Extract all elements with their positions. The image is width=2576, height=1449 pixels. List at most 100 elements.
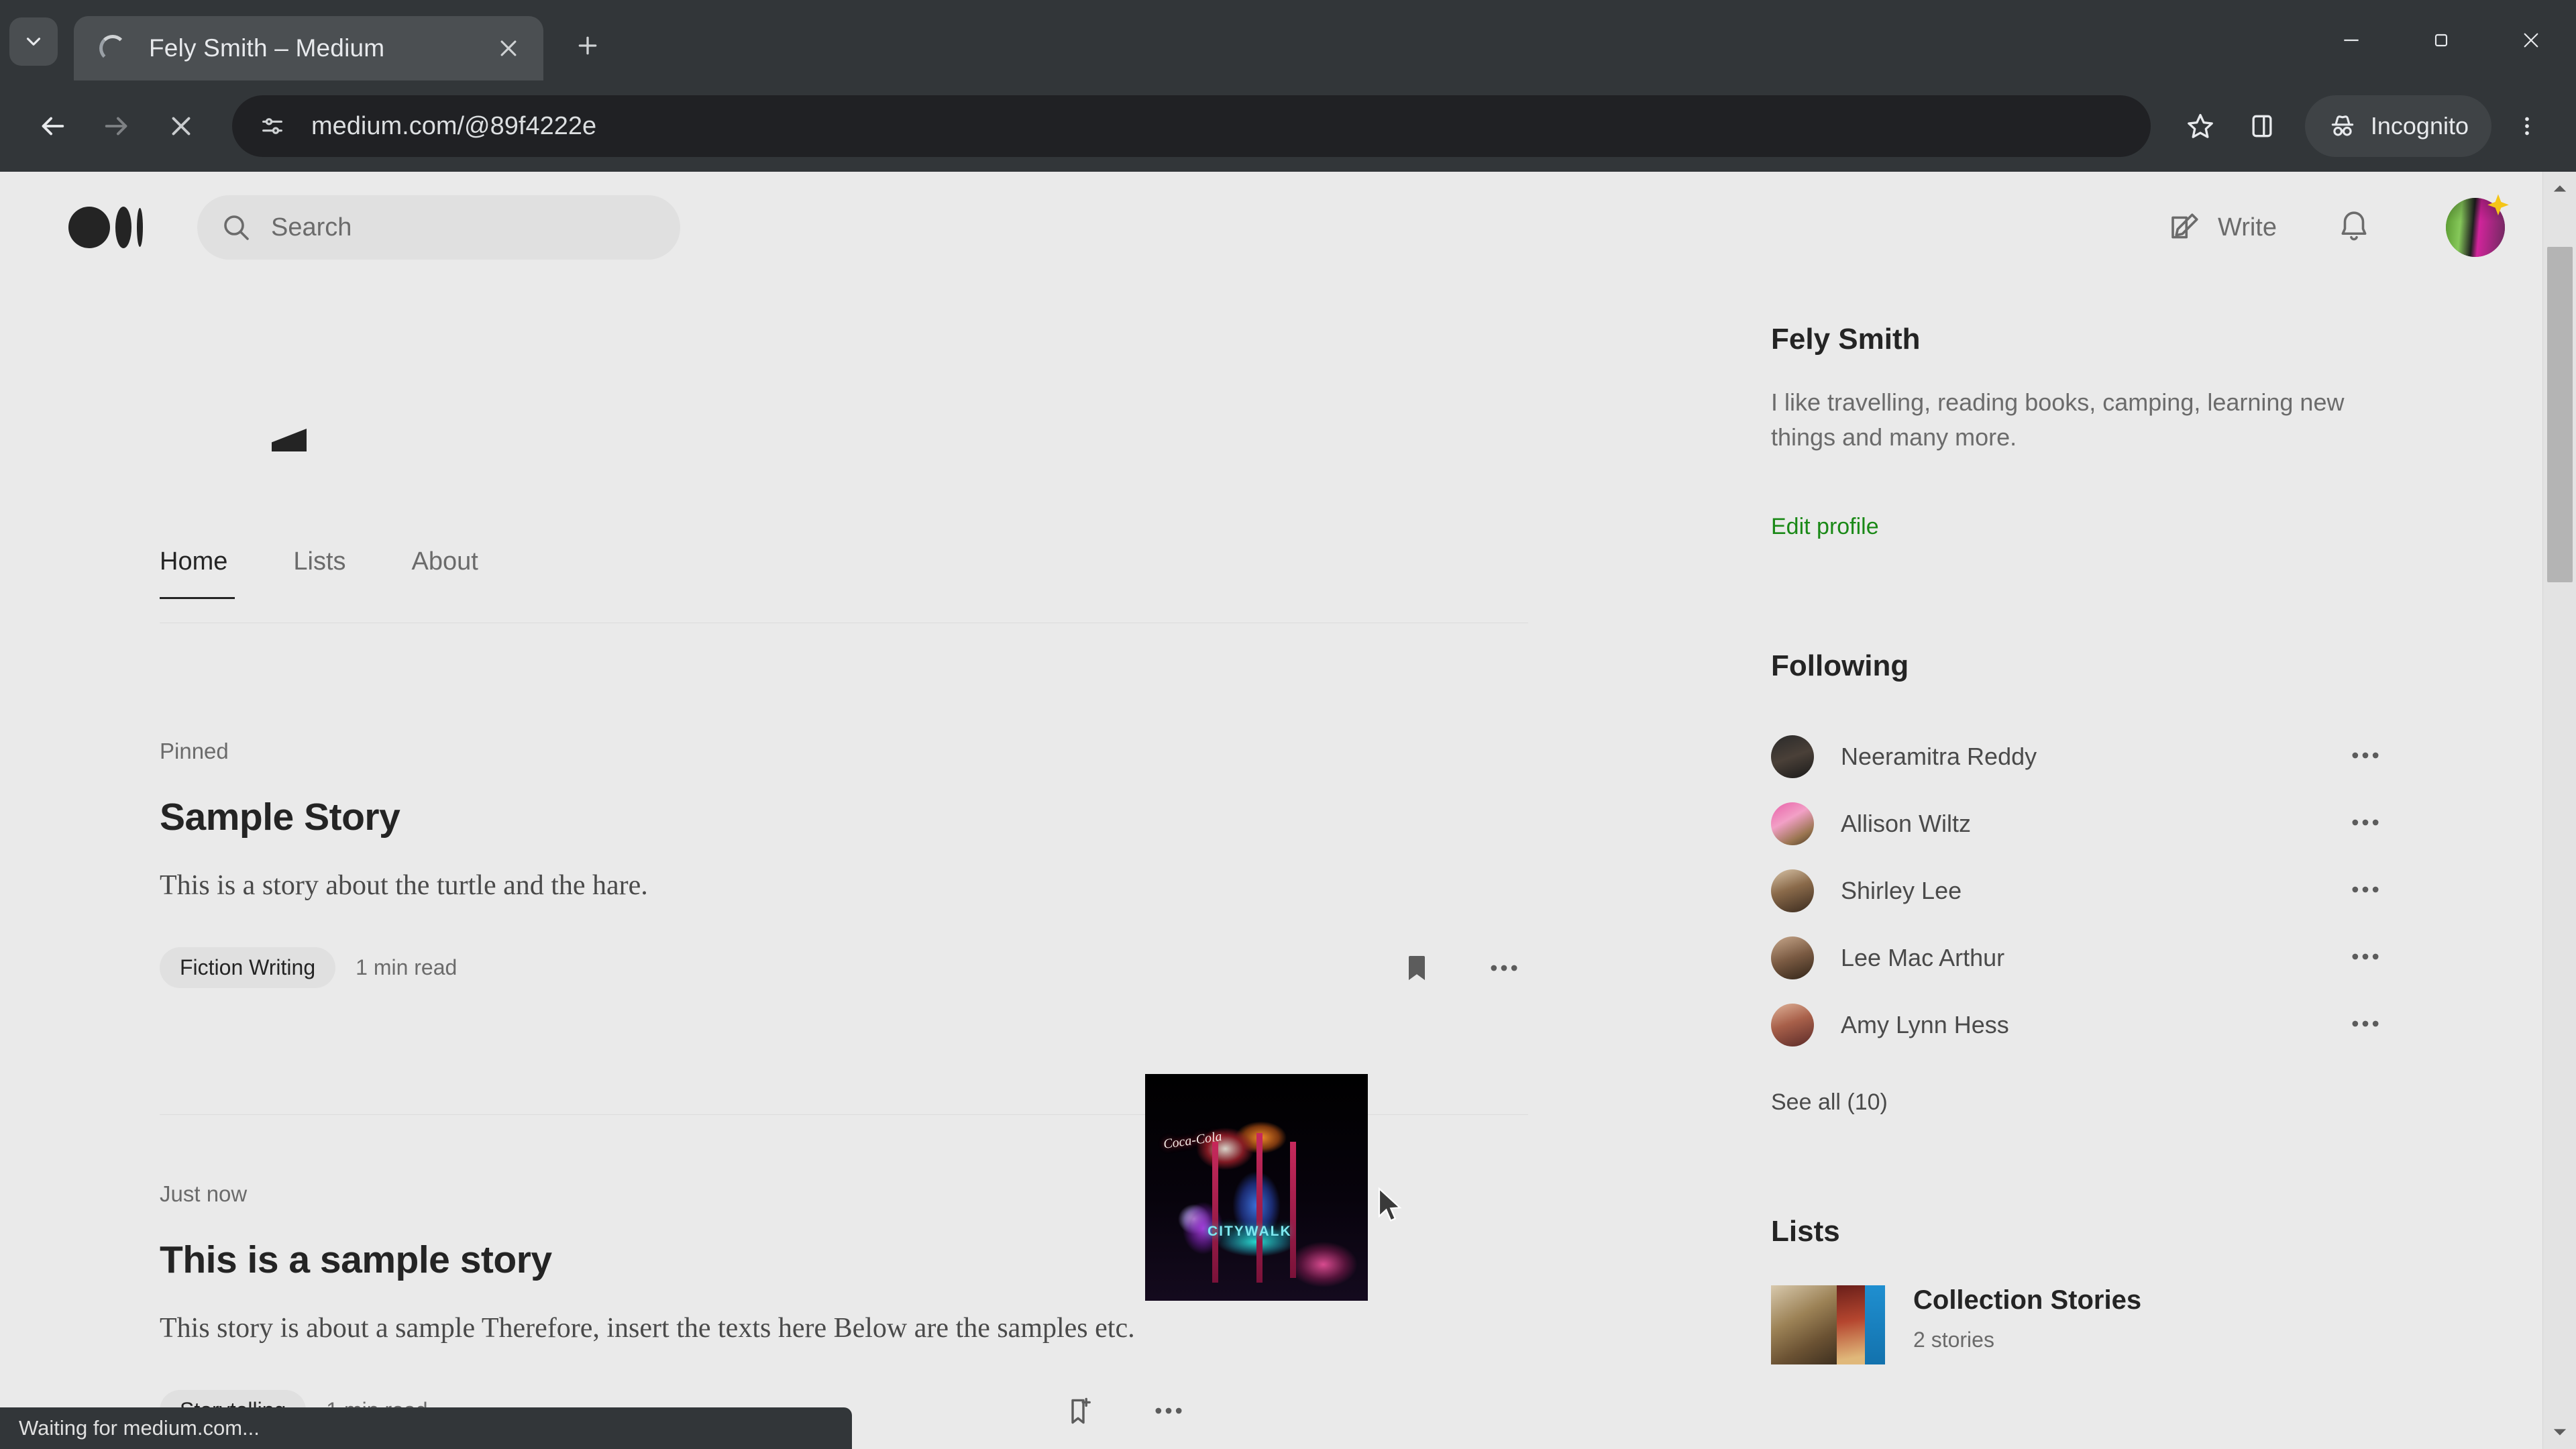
following-item[interactable]: Neeramitra Reddy [1771,735,2383,778]
browser-toolbar: medium.com/@89f4222e Incognito [0,80,2576,172]
search-input[interactable]: Search [197,195,680,260]
list-story-count: 2 stories [1913,1328,1994,1352]
forward-button[interactable] [85,94,149,158]
mouse-cursor [1378,1187,1402,1222]
maximize-button[interactable] [2396,0,2486,80]
close-window-button[interactable] [2486,0,2576,80]
bookmark-filled-icon [1409,955,1425,980]
following-name[interactable]: Shirley Lee [1841,877,1962,905]
tab-home[interactable]: Home [160,547,235,599]
medium-logo[interactable] [68,207,143,248]
thumbnail-detail [1256,1132,1263,1283]
arrow-left-icon [42,117,64,136]
site-settings-button[interactable] [250,103,295,149]
list-title[interactable]: Collection Stories [1913,1285,2141,1316]
list-item[interactable]: Collection Stories 2 stories [1771,1285,2141,1364]
side-panel-button[interactable] [2231,95,2293,157]
story-timestamp: Just now [160,1181,248,1206]
tab-lists[interactable]: Lists [293,547,345,599]
tab-loading-spinner [99,35,126,62]
story-more-button[interactable] [1480,944,1528,992]
tab-title: Fely Smith – Medium [149,34,385,62]
tab-strip: Fely Smith – Medium [0,0,2576,80]
following-more-button[interactable] [2348,939,2383,977]
tab-close-button[interactable] [490,30,527,67]
story-card-pinned[interactable]: Pinned Sample Story This is a story abou… [160,739,1528,992]
tab-search-button[interactable] [9,17,58,66]
following-item[interactable]: Amy Lynn Hess [1771,1004,2383,1046]
logo-part [137,208,143,247]
following-name[interactable]: Allison Wiltz [1841,810,1971,838]
following-item[interactable]: Allison Wiltz [1771,802,2383,845]
save-story-button[interactable] [1393,944,1441,992]
logo-part [115,207,131,248]
three-dot-horizontal-icon [2352,752,2379,758]
triangle-down-icon [2553,1429,2567,1436]
scrolled-title-fragment [272,429,307,451]
following-more-button[interactable] [2348,805,2383,843]
url-text: medium.com/@89f4222e [311,111,597,140]
see-all-following-link[interactable]: See all (10) [1771,1089,1888,1116]
following-name[interactable]: Neeramitra Reddy [1841,743,2037,771]
following-more-button[interactable] [2348,872,2383,910]
following-item[interactable]: Lee Mac Arthur [1771,936,2383,979]
following-item[interactable]: Shirley Lee [1771,869,2383,912]
arrow-right-icon [105,117,127,136]
write-pencil-icon [2171,213,2198,239]
incognito-hat-icon [2331,115,2354,136]
scroll-down-button[interactable] [2543,1415,2576,1449]
avatar [1771,936,1814,979]
address-bar[interactable]: medium.com/@89f4222e [232,95,2151,157]
edit-profile-link[interactable]: Edit profile [1771,514,1879,540]
site-header: Search Write [0,172,2542,283]
tune-icon [262,118,282,134]
star-icon [2188,113,2213,138]
notifications-button[interactable] [2336,208,2372,248]
avatar [1771,735,1814,778]
story-more-button[interactable] [1144,1387,1193,1435]
browser-tab[interactable]: Fely Smith – Medium [74,16,543,80]
incognito-indicator[interactable]: Incognito [2304,95,2491,157]
browser-menu-button[interactable] [2498,95,2556,157]
story-subtitle: This story is about a sample Therefore, … [160,1313,1135,1344]
star-badge-icon [2487,194,2509,216]
three-dot-vertical-icon [2525,117,2529,136]
tab-about[interactable]: About [412,547,478,599]
three-dot-horizontal-icon [2352,886,2379,892]
scrollbar-thumb[interactable] [2547,247,2573,582]
story-tag[interactable]: Fiction Writing [160,947,336,989]
back-button[interactable] [20,94,85,158]
search-icon [224,215,249,240]
close-icon [172,117,191,136]
chevron-down-icon [26,38,41,46]
page-scrollbar[interactable] [2542,172,2576,1449]
following-name[interactable]: Lee Mac Arthur [1841,944,2004,972]
status-bubble: Waiting for medium.com... [0,1407,852,1449]
stop-loading-button[interactable] [149,94,213,158]
write-button[interactable]: Write [2167,209,2277,246]
profile-name: Fely Smith [1771,323,1921,356]
close-icon [2524,33,2538,48]
story-thumbnail[interactable]: Coca-Cola CITYWALK [1145,1074,1368,1301]
following-more-button[interactable] [2348,738,2383,776]
new-tab-button[interactable] [564,21,612,70]
story-title[interactable]: Sample Story [160,795,1528,839]
minimize-button[interactable] [2306,0,2396,80]
list-thumbnail-part [1865,1285,1885,1364]
three-dot-horizontal-icon [2352,1020,2379,1026]
user-avatar[interactable] [2446,194,2509,257]
scroll-up-button[interactable] [2543,172,2576,205]
story-footer: Fiction Writing 1 min read [160,944,1528,992]
profile-bio: I like travelling, reading books, campin… [1771,388,2345,451]
list-thumbnail-part [1837,1285,1865,1364]
following-name[interactable]: Amy Lynn Hess [1841,1011,2009,1039]
following-more-button[interactable] [2348,1006,2383,1044]
story-title[interactable]: This is a sample story [160,1238,1193,1282]
list-thumbnail [1771,1285,1885,1364]
bookmark-button[interactable] [2169,95,2231,157]
three-dot-horizontal-icon [1491,965,1517,971]
story-card[interactable]: Just now This is a sample story This sto… [160,1181,1193,1435]
save-story-button[interactable] [1056,1387,1104,1435]
close-icon [500,40,517,56]
browser-window: Fely Smith – Medium medium.com/@89f4222e… [0,0,2576,1449]
